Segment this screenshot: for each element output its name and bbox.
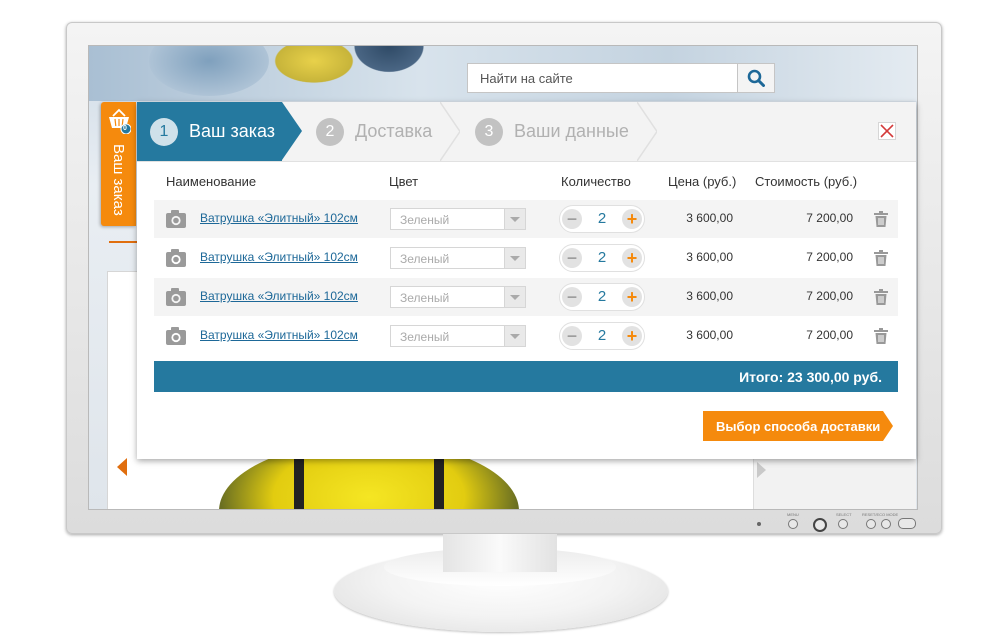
table-row: Ватрушка «Элитный» 102см Зеленый − 2 + 3… — [154, 200, 898, 238]
qty-value[interactable]: 2 — [590, 327, 614, 344]
color-value: Зеленый — [400, 330, 450, 344]
color-value: Зеленый — [400, 252, 450, 266]
trash-icon[interactable] — [874, 328, 888, 344]
step-label: Доставка — [355, 121, 433, 141]
quantity-stepper: − 2 + — [559, 322, 645, 350]
trash-icon[interactable] — [874, 211, 888, 227]
step-number: 3 — [475, 117, 503, 146]
monitor-select-button[interactable] — [838, 519, 848, 529]
cost-cell: 7 200,00 — [806, 211, 853, 225]
col-header-cost: Стоимость (руб.) — [755, 174, 858, 189]
cart-tab-label: Ваш заказ — [110, 144, 127, 216]
color-value: Зеленый — [400, 213, 450, 227]
cart-count-badge: 0 — [123, 125, 127, 132]
camera-icon — [166, 210, 186, 228]
color-select[interactable]: Зеленый — [390, 247, 526, 269]
close-icon — [880, 124, 894, 138]
power-led — [757, 522, 761, 526]
site-search — [467, 63, 775, 93]
order-modal: 1 Ваш заказ 2 Доставка 3 Ваши данные Наи… — [137, 102, 916, 459]
price-cell: 3 600,00 — [686, 250, 733, 264]
control-label: RESET/ECO MODE — [862, 512, 899, 517]
trash-icon[interactable] — [874, 289, 888, 305]
monitor-eco-button[interactable] — [881, 519, 891, 529]
product-link[interactable]: Ватрушка «Элитный» 102см — [200, 328, 358, 342]
chevron-down-icon — [504, 287, 525, 307]
choose-delivery-button[interactable]: Выбор способа доставки — [703, 411, 893, 441]
product-link[interactable]: Ватрушка «Элитный» 102см — [200, 289, 358, 303]
control-label: SELECT — [836, 512, 852, 517]
product-link[interactable]: Ватрушка «Элитный» 102см — [200, 250, 358, 264]
qty-increase-button[interactable]: + — [622, 287, 642, 307]
qty-value[interactable]: 2 — [590, 210, 614, 227]
monitor-reset-button[interactable] — [866, 519, 876, 529]
camera-icon — [166, 327, 186, 345]
cost-cell: 7 200,00 — [806, 328, 853, 342]
col-header-color: Цвет — [389, 174, 419, 189]
control-label: MENU — [787, 512, 799, 517]
quantity-stepper: − 2 + — [559, 244, 645, 272]
col-header-price: Цена (руб.) — [668, 174, 737, 189]
monitor-joystick-button[interactable] — [813, 518, 827, 532]
camera-icon — [166, 288, 186, 306]
qty-decrease-button[interactable]: − — [562, 287, 582, 307]
color-select[interactable]: Зеленый — [390, 325, 526, 347]
step-your-data[interactable]: 3 Ваши данные — [462, 102, 662, 161]
step-number: 2 — [316, 117, 344, 146]
qty-increase-button[interactable]: + — [622, 326, 642, 346]
qty-increase-button[interactable]: + — [622, 248, 642, 268]
close-button[interactable] — [878, 122, 896, 140]
chevron-down-icon — [504, 326, 525, 346]
table-row: Ватрушка «Элитный» 102см Зеленый − 2 + 3… — [154, 278, 898, 316]
slider-next-arrow[interactable] — [757, 462, 766, 478]
cost-cell: 7 200,00 — [806, 250, 853, 264]
camera-icon — [166, 249, 186, 267]
qty-decrease-button[interactable]: − — [562, 326, 582, 346]
order-total: Итого: 23 300,00 руб. — [739, 369, 882, 385]
tube-strap — [434, 451, 444, 509]
monitor-power-button[interactable] — [898, 518, 916, 529]
monitor-stand-neck — [443, 534, 557, 572]
chevron-down-icon — [504, 248, 525, 268]
monitor-menu-button[interactable] — [788, 519, 798, 529]
price-cell: 3 600,00 — [686, 289, 733, 303]
col-header-name: Наименование — [166, 174, 257, 189]
chevron-down-icon — [504, 209, 525, 229]
qty-increase-button[interactable]: + — [622, 209, 642, 229]
qty-decrease-button[interactable]: − — [562, 209, 582, 229]
tube-strap — [294, 451, 304, 509]
col-header-qty: Количество — [561, 174, 631, 189]
qty-value[interactable]: 2 — [590, 249, 614, 266]
trash-icon[interactable] — [874, 250, 888, 266]
search-input[interactable] — [468, 64, 738, 92]
choose-delivery-label: Выбор способа доставки — [716, 419, 881, 434]
price-cell: 3 600,00 — [686, 328, 733, 342]
qty-value[interactable]: 2 — [590, 288, 614, 305]
slider-prev-arrow[interactable] — [117, 458, 127, 476]
color-value: Зеленый — [400, 291, 450, 305]
product-link[interactable]: Ватрушка «Элитный» 102см — [200, 211, 358, 225]
quantity-stepper: − 2 + — [559, 205, 645, 233]
qty-decrease-button[interactable]: − — [562, 248, 582, 268]
search-icon — [747, 69, 765, 87]
color-select[interactable]: Зеленый — [390, 208, 526, 230]
step-label: Ваши данные — [514, 121, 629, 141]
color-select[interactable]: Зеленый — [390, 286, 526, 308]
table-row: Ватрушка «Элитный» 102см Зеленый − 2 + 3… — [154, 239, 898, 277]
step-number: 1 — [150, 117, 178, 146]
step-your-order[interactable]: 1 Ваш заказ — [137, 102, 302, 161]
cost-cell: 7 200,00 — [806, 289, 853, 303]
table-row: Ватрушка «Элитный» 102см Зеленый − 2 + 3… — [154, 317, 898, 355]
price-cell: 3 600,00 — [686, 211, 733, 225]
cart-side-tab[interactable]: 0 Ваш заказ — [101, 102, 136, 226]
search-button[interactable] — [737, 64, 774, 92]
step-delivery[interactable]: 2 Доставка — [303, 102, 455, 161]
checkout-steps: 1 Ваш заказ 2 Доставка 3 Ваши данные — [137, 102, 916, 162]
step-label: Ваш заказ — [189, 121, 276, 141]
quantity-stepper: − 2 + — [559, 283, 645, 311]
order-total-bar: Итого: 23 300,00 руб. — [154, 361, 898, 392]
